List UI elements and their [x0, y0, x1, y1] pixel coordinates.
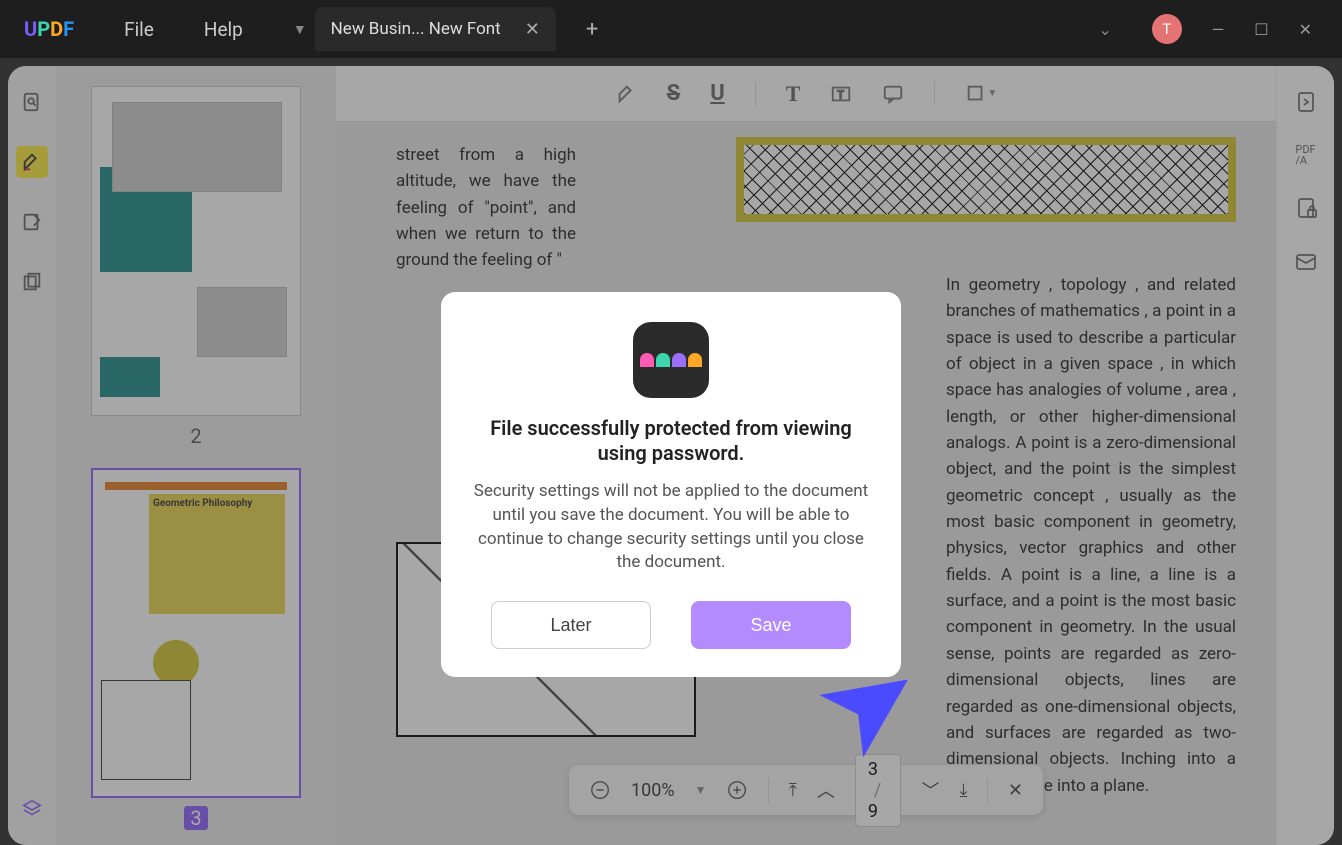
menu-help[interactable]: Help [204, 18, 243, 41]
dialog-app-icon [633, 322, 709, 398]
close-window-icon[interactable]: ✕ [1299, 20, 1312, 39]
tab-title: New Busin... New Font [331, 19, 501, 39]
later-button[interactable]: Later [491, 601, 651, 649]
new-tab-button[interactable]: + [586, 17, 598, 42]
maximize-icon[interactable]: ☐ [1254, 20, 1268, 39]
user-avatar[interactable]: T [1152, 14, 1182, 44]
dialog-title: File successfully protected from viewing… [473, 416, 869, 466]
password-success-dialog: File successfully protected from viewing… [441, 292, 901, 677]
window-menu-chevron-icon[interactable]: ⌄ [1098, 20, 1111, 39]
save-button[interactable]: Save [691, 601, 851, 649]
menu-file[interactable]: File [124, 18, 154, 41]
dialog-body: Security settings will not be applied to… [473, 480, 869, 575]
tab-dropdown[interactable]: ▼ [293, 21, 307, 38]
app-logo: UPDF [24, 17, 74, 41]
document-tab[interactable]: New Busin... New Font ✕ [315, 7, 556, 51]
title-bar: UPDF File Help ▼ New Busin... New Font ✕… [0, 0, 1342, 58]
minimize-icon[interactable]: — [1212, 20, 1225, 39]
tab-close-icon[interactable]: ✕ [525, 19, 540, 40]
